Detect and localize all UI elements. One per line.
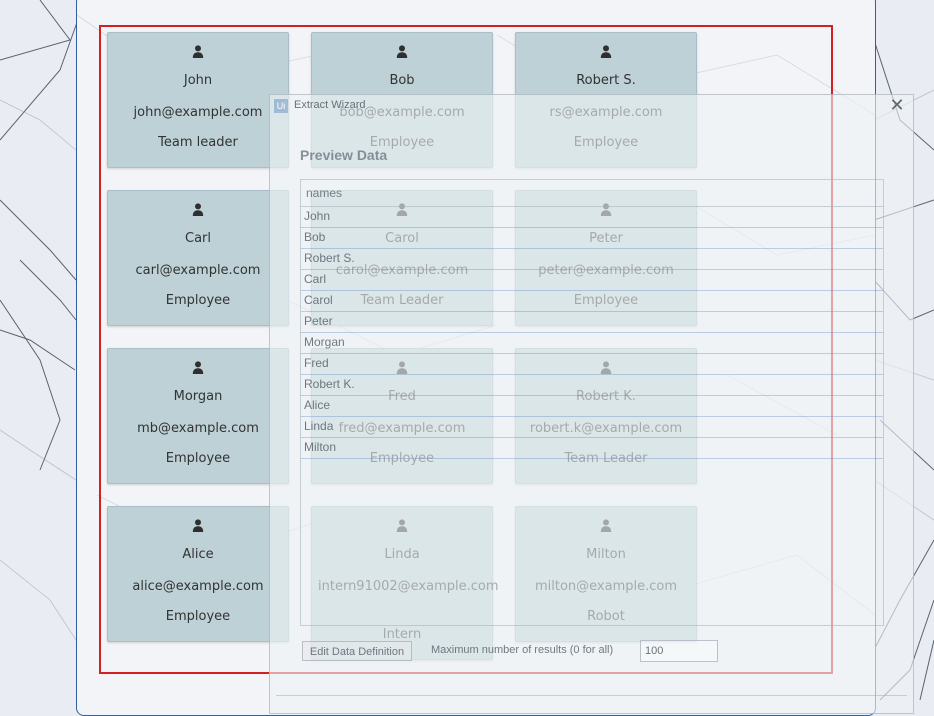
table-row[interactable]: Robert S. (301, 248, 883, 270)
uipath-logo-icon: Ui (274, 99, 288, 113)
column-header-names[interactable]: names (301, 180, 883, 207)
table-row[interactable]: John (301, 206, 883, 228)
table-row[interactable]: Linda (301, 416, 883, 438)
max-results-label: Maximum number of results (0 for all) (431, 644, 614, 656)
table-row[interactable]: Morgan (301, 332, 883, 354)
edit-data-definition-button[interactable]: Edit Data Definition (302, 641, 412, 661)
dialog-titlebar: Ui Extract Wizard ✕ (270, 95, 913, 117)
table-row[interactable]: Fred (301, 353, 883, 375)
max-results-input[interactable] (640, 640, 718, 662)
table-row[interactable]: Peter (301, 311, 883, 333)
table-row[interactable]: Robert K. (301, 374, 883, 396)
extract-wizard-dialog: Ui Extract Wizard ✕ Preview Data names J… (269, 94, 914, 714)
dialog-title: Extract Wizard (294, 99, 366, 111)
preview-data-grid[interactable]: names John Bob Robert S. Carl Carol Peter Morg… (300, 179, 884, 626)
table-row[interactable]: Milton (301, 437, 883, 459)
table-row[interactable]: Carol (301, 290, 883, 312)
table-row[interactable]: Carl (301, 269, 883, 291)
close-icon[interactable]: ✕ (881, 95, 913, 117)
footer-divider (276, 695, 907, 696)
preview-data-heading: Preview Data (300, 147, 388, 163)
table-row[interactable]: Alice (301, 395, 883, 417)
table-row[interactable]: Bob (301, 227, 883, 249)
